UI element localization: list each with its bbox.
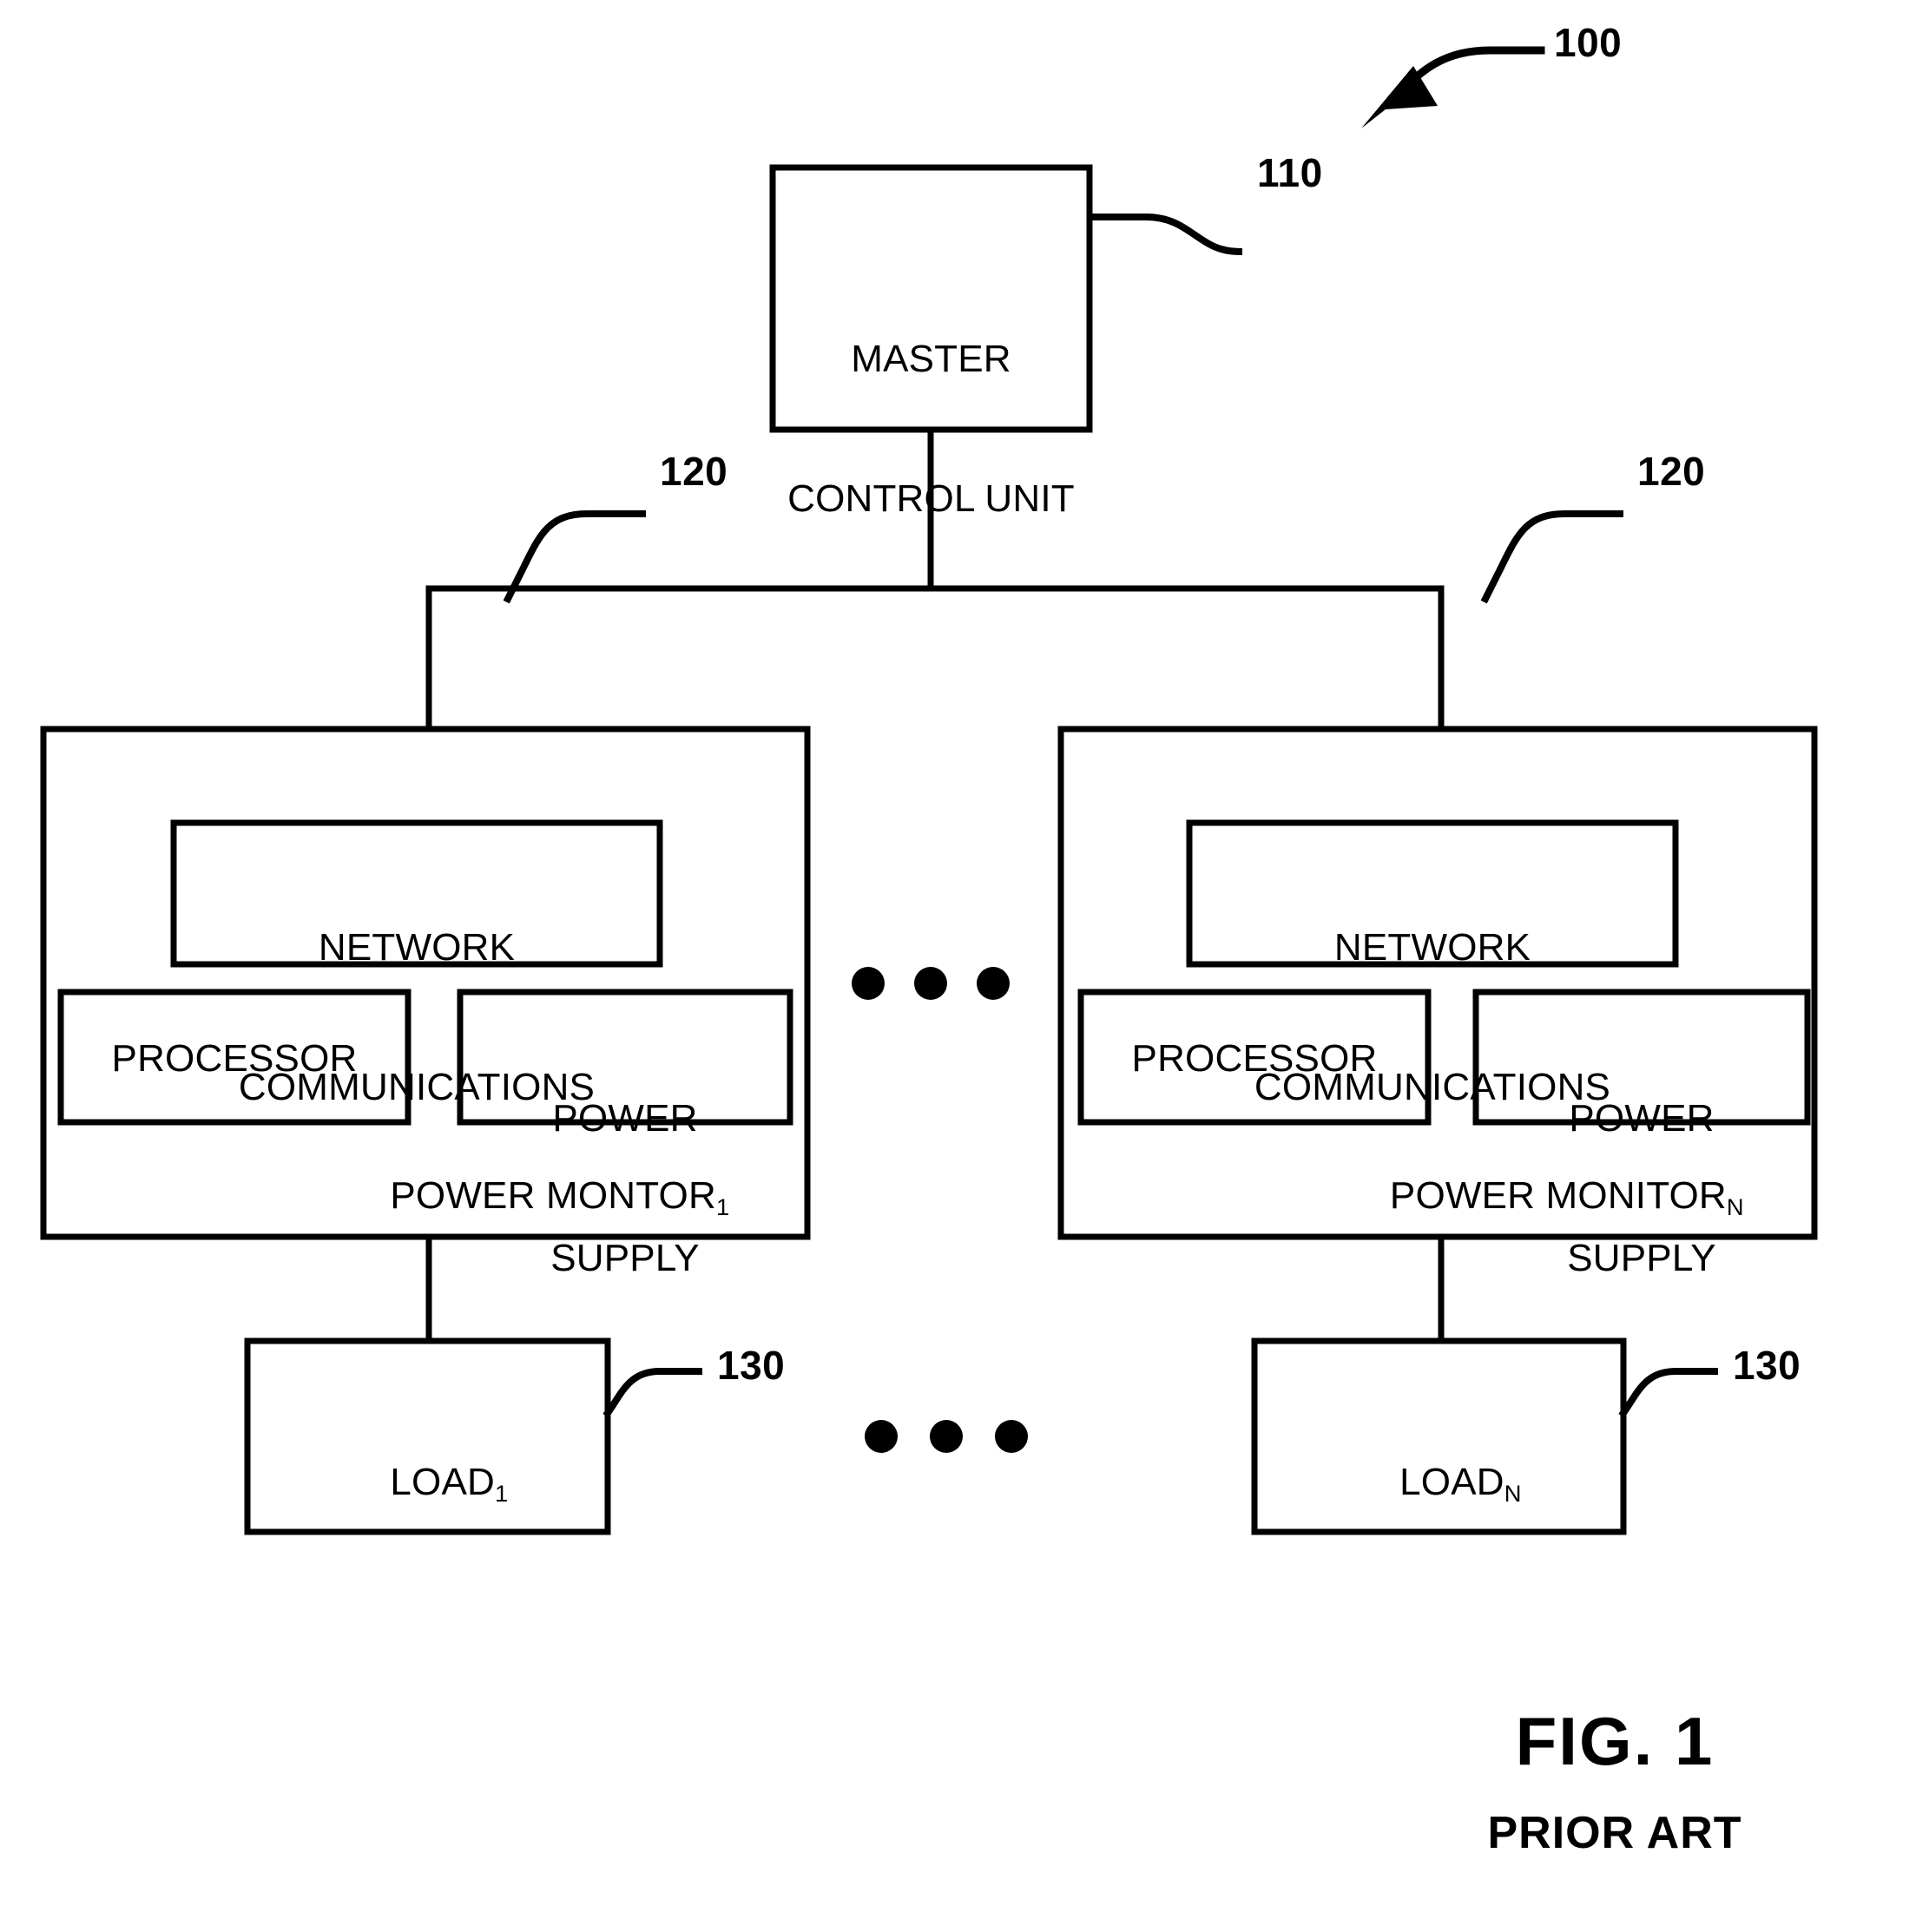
system-ref-number: 100	[1554, 20, 1623, 65]
network-communications-1-line1: NETWORK	[318, 926, 516, 969]
load-1-ref-leader	[602, 1368, 702, 1418]
mcu-label-line2: CONTROL UNIT	[787, 477, 1075, 521]
power-monitor-n-ref-number: 120	[1637, 449, 1706, 494]
patent-figure-1: 100 MASTER CONTROL UNIT 110 120 NETWORK …	[0, 0, 1929, 1932]
processor-1-label: PROCESSOR	[111, 1037, 358, 1080]
processor-n-label: PROCESSOR	[1131, 1037, 1378, 1080]
power-monitor-n-ref-leader	[1480, 510, 1623, 604]
power-monitor-1-name-text: POWER MONTOR	[390, 1173, 716, 1217]
mcu-ref-number: 110	[1257, 150, 1323, 195]
power-monitor-n-name-text: POWER MONITOR	[1389, 1173, 1727, 1217]
master-control-unit-label: MASTER CONTROL UNIT	[773, 243, 1090, 615]
load-n-ref-number: 130	[1733, 1343, 1801, 1388]
load-n-name-subscript: N	[1504, 1480, 1522, 1508]
load-1-ref-number: 130	[717, 1343, 786, 1388]
load-1-name-subscript: 1	[494, 1480, 509, 1508]
mcu-ref-leader	[1087, 214, 1243, 256]
load-n-name-text: LOAD	[1399, 1460, 1504, 1503]
mcu-label-line1: MASTER	[851, 338, 1011, 381]
power-monitor-1-ref-number: 120	[660, 449, 728, 494]
figure-subtitle: PRIOR ART	[1487, 1808, 1742, 1858]
system-ref-arrowhead	[1361, 66, 1438, 128]
network-communications-n-line1: NETWORK	[1333, 926, 1531, 969]
power-monitor-1-name: POWER MONTOR1	[278, 1128, 799, 1264]
figure-title: FIG. 1	[1515, 1703, 1715, 1779]
power-monitor-n-name-subscript: N	[1726, 1193, 1744, 1221]
power-monitor-n-name: POWER MONITORN	[1285, 1128, 1806, 1264]
ellipsis-dots-monitor-row	[852, 967, 1010, 1000]
load-1-name-text: LOAD	[390, 1460, 495, 1503]
load-n-ref-leader	[1618, 1368, 1718, 1418]
load-1-label: LOAD1	[247, 1415, 608, 1550]
power-monitor-1-name-subscript: 1	[715, 1193, 730, 1221]
ellipsis-dots-load-row	[865, 1420, 1028, 1453]
load-n-label: LOADN	[1254, 1415, 1623, 1550]
